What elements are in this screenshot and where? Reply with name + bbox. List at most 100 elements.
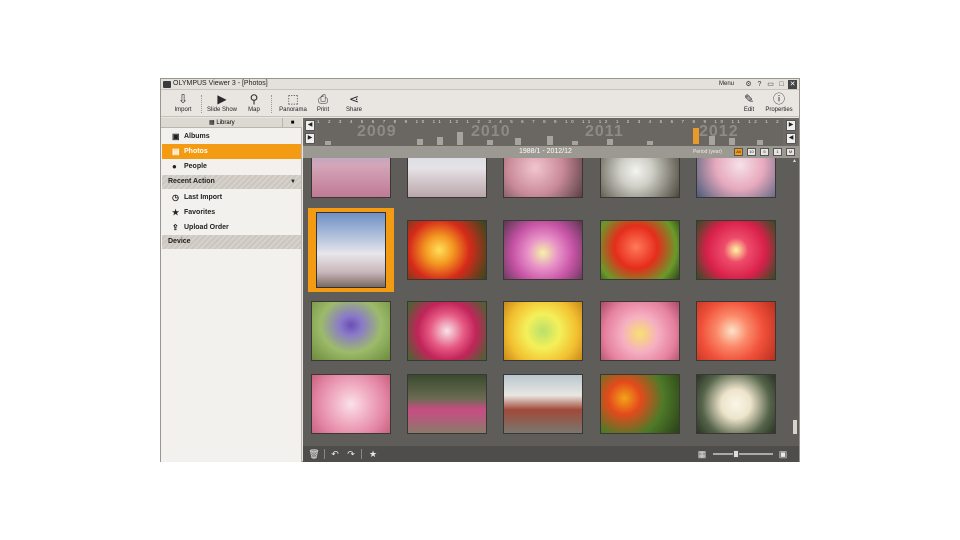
sidebar: ▦ Library ■ ▣ Albums ▤ Photos ● People R… <box>161 118 302 462</box>
folder-icon[interactable]: ■ <box>282 118 302 128</box>
photo-grid <box>303 158 791 446</box>
photo-thumbnail-garden-planter[interactable] <box>503 374 583 434</box>
device-header[interactable]: Device <box>162 235 301 249</box>
photo-thumbnail-pink-dahlia[interactable] <box>407 301 487 361</box>
bottom-toolbar: 🗑 ↶ ↷ ★ ▦ ▣ <box>303 446 799 462</box>
sidebar-item-upload-order[interactable]: ⇪ Upload Order <box>162 220 301 235</box>
photo-thumbnail-pink-blossoms[interactable] <box>503 158 583 198</box>
library-header[interactable]: ▦ Library ■ <box>161 118 302 128</box>
rotate-right-icon[interactable]: ↷ <box>345 448 357 460</box>
toolbar: ⇩ Import ▶ Slide Show ⚲ Map ⬚ Panorama ⎙… <box>161 91 799 117</box>
bottom-divider <box>324 449 325 459</box>
date-range-text: 1988/1 - 2012/12 <box>519 148 572 155</box>
properties-button[interactable]: ⓘ Properties <box>761 92 797 116</box>
slideshow-button[interactable]: ▶ Slide Show <box>204 92 240 116</box>
main-area: ◀ ▶ 1 2 3 4 5 6 7 8 9 10 11 12 1 2 3 4 5… <box>303 118 799 462</box>
timeline-ruler[interactable]: 1 2 3 4 5 6 7 8 9 10 11 12 1 2 3 4 5 6 7… <box>317 118 783 146</box>
photo-thumbnail-yellow-flower[interactable] <box>503 301 583 361</box>
toolbar-divider <box>201 95 202 113</box>
range-bar: 1988/1 - 2012/12 Period (year) All 10 5 … <box>303 146 799 158</box>
scroll-up-icon[interactable]: ▲ <box>792 158 797 164</box>
timeline-bar <box>547 136 553 145</box>
rotate-left-icon[interactable]: ↶ <box>329 448 341 460</box>
share-button[interactable]: ⋖ Share <box>336 92 372 116</box>
timeline-bar <box>607 139 613 145</box>
library-label: ▦ Library <box>209 120 235 126</box>
photo-thumbnail-white-spider-flower[interactable] <box>696 374 776 434</box>
photo-thumbnail-marigolds[interactable] <box>600 374 680 434</box>
photo-thumbnail-blossom-sky[interactable] <box>696 158 776 198</box>
album-icon: ▣ <box>172 132 180 141</box>
photo-thumbnail-pink-lily[interactable] <box>600 301 680 361</box>
timeline-bar <box>457 132 463 145</box>
period-month-button[interactable]: M <box>786 148 795 156</box>
large-grid-icon[interactable]: ▣ <box>777 448 789 460</box>
photo-thumbnail-bougainvillea[interactable] <box>407 374 487 434</box>
photos-icon: ▤ <box>172 147 180 156</box>
minimize-icon[interactable]: ▭ <box>766 80 775 89</box>
timeline-expand-left-button[interactable]: ▶ <box>305 133 315 144</box>
sidebar-item-last-import[interactable]: ◷ Last Import <box>162 190 301 205</box>
sidebar-item-favorites[interactable]: ★ Favorites <box>162 205 301 220</box>
map-button[interactable]: ⚲ Map <box>236 92 272 116</box>
recent-action-header[interactable]: Recent Action ▼ <box>162 175 301 189</box>
map-pin-icon: ⚲ <box>249 92 259 106</box>
upload-icon: ⇪ <box>172 223 179 232</box>
people-icon: ● <box>172 162 177 171</box>
timeline-bar <box>729 138 735 145</box>
period-10-button[interactable]: 10 <box>747 148 756 156</box>
gear-icon[interactable]: ⚙ <box>744 80 753 89</box>
photo-thumbnail-red-rose[interactable] <box>600 220 680 280</box>
timeline-bar <box>709 136 715 145</box>
menu-button[interactable]: Menu <box>719 81 734 87</box>
photo-thumbnail-hibiscus[interactable] <box>696 220 776 280</box>
app-window: OLYMPUS Viewer 3 - [Photos] Menu ⚙ ? ▭ □… <box>160 78 800 462</box>
trash-icon[interactable]: 🗑 <box>308 448 320 460</box>
timeline-year: 2009 <box>357 123 397 140</box>
photo-thumbnail-cherry-blossom[interactable] <box>311 158 391 198</box>
period-5-button[interactable]: 5 <box>760 148 769 156</box>
timeline-year: 2010 <box>471 123 511 140</box>
sidebar-item-photos[interactable]: ▤ Photos <box>162 144 301 159</box>
clock-icon: ◷ <box>172 193 179 202</box>
favorite-star-icon[interactable]: ★ <box>367 448 379 460</box>
timeline-bar <box>572 141 578 145</box>
photo-thumbnail-white-blossoms[interactable] <box>600 158 680 198</box>
help-icon[interactable]: ? <box>755 80 764 89</box>
photo-thumbnail-blossom-tree[interactable] <box>407 158 487 198</box>
maximize-icon[interactable]: □ <box>777 80 786 89</box>
scrollbar-thumb[interactable] <box>793 420 797 434</box>
close-icon[interactable]: ✕ <box>788 80 797 89</box>
timeline[interactable]: ◀ ▶ 1 2 3 4 5 6 7 8 9 10 11 12 1 2 3 4 5… <box>303 118 799 146</box>
timeline-selection[interactable] <box>693 128 699 144</box>
small-grid-icon[interactable]: ▦ <box>696 448 708 460</box>
app-logo-icon <box>163 81 171 88</box>
thumbnail-size-slider[interactable] <box>713 450 773 458</box>
timeline-next-button[interactable]: ▶ <box>786 120 796 131</box>
sidebar-item-albums[interactable]: ▣ Albums <box>162 129 301 144</box>
period-all-button[interactable]: All <box>734 148 743 156</box>
info-icon: ⓘ <box>772 92 785 106</box>
photo-thumbnail-orange-flower[interactable] <box>696 301 776 361</box>
title-bar: OLYMPUS Viewer 3 - [Photos] Menu ⚙ ? ▭ □… <box>161 79 799 90</box>
slider-knob[interactable] <box>733 450 739 458</box>
photo-thumbnail-orchid[interactable] <box>503 220 583 280</box>
timeline-prev-button[interactable]: ◀ <box>305 120 315 131</box>
photo-thumbnail-selected[interactable] <box>308 208 394 292</box>
timeline-year: 2011 <box>585 123 624 140</box>
slideshow-icon: ▶ <box>217 92 227 106</box>
grid-scrollbar[interactable]: ▲ <box>791 158 799 446</box>
timeline-bar <box>515 138 521 145</box>
timeline-expand-right-button[interactable]: ◀ <box>786 133 796 144</box>
timeline-bar <box>437 137 443 145</box>
timeline-bar <box>325 141 331 145</box>
photo-thumbnail-pink-rose[interactable] <box>311 374 391 434</box>
photo-thumbnail-lavender[interactable] <box>311 301 391 361</box>
sidebar-item-people[interactable]: ● People <box>162 159 301 174</box>
timeline-bar <box>417 139 423 145</box>
period-1-button[interactable]: 1 <box>773 148 782 156</box>
timeline-bar <box>647 141 653 145</box>
star-icon: ★ <box>172 208 180 217</box>
import-button[interactable]: ⇩ Import <box>165 92 201 116</box>
photo-thumbnail-tulip[interactable] <box>407 220 487 280</box>
